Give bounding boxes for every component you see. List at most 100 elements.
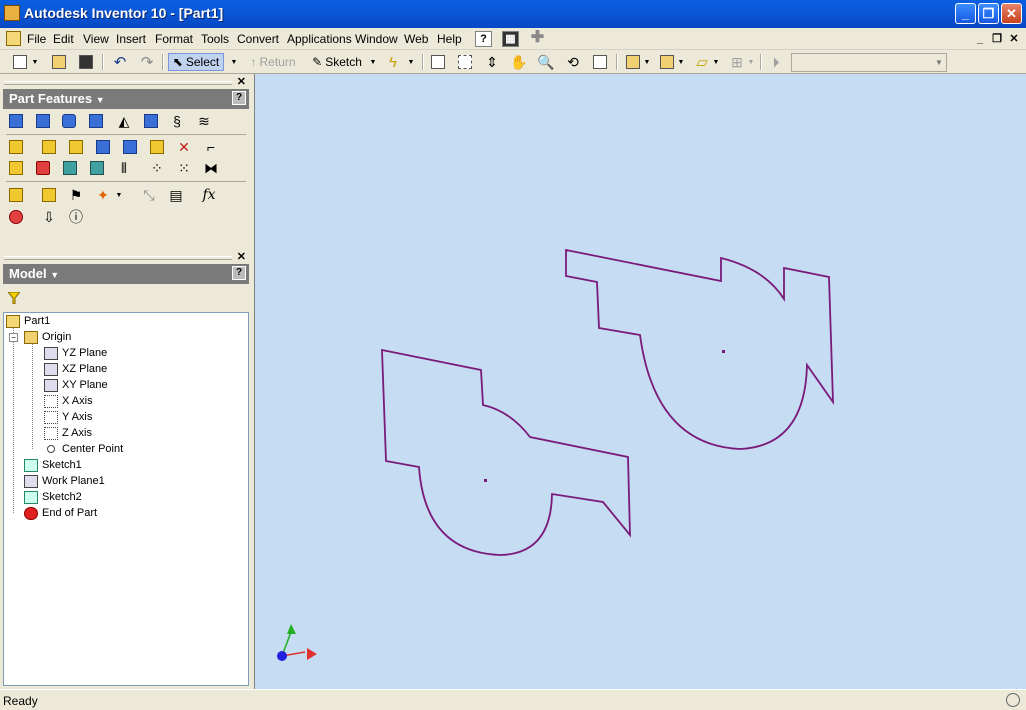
panel-grip-2[interactable]: [4, 256, 232, 260]
select-dropdown-icon[interactable]: ▼: [228, 53, 240, 71]
document-icon[interactable]: [6, 31, 21, 46]
revolve-icon[interactable]: [34, 112, 52, 130]
tree-item-origin[interactable]: Origin: [24, 329, 71, 345]
close-button[interactable]: ✕: [1001, 3, 1022, 24]
fx-parameters-icon[interactable]: fx: [200, 186, 218, 204]
menu-edit[interactable]: Edit: [53, 32, 74, 46]
ifeature-icon[interactable]: [7, 208, 25, 226]
circular-pattern-grid-icon[interactable]: ⁘: [148, 159, 166, 177]
extrude-icon[interactable]: [7, 112, 25, 130]
tree-item-y-axis[interactable]: Y Axis: [44, 409, 92, 425]
work-point-icon[interactable]: ✦: [94, 186, 112, 204]
thread-icon[interactable]: [94, 138, 112, 156]
rectangular-pattern-icon[interactable]: ⦀: [115, 159, 133, 177]
doc-close-button[interactable]: ✕: [1006, 32, 1022, 46]
work-axis-icon[interactable]: ⚑: [67, 186, 85, 204]
doc-minimize-button[interactable]: _: [972, 32, 988, 46]
zoom-icon[interactable]: ⇕: [482, 53, 502, 71]
parameters-doc-icon[interactable]: ▤: [167, 186, 185, 204]
emboss-icon[interactable]: [7, 138, 25, 156]
ground-shadow-icon[interactable]: ▱: [692, 53, 712, 71]
sketch1-center-point[interactable]: [484, 479, 487, 482]
derived-component-icon[interactable]: [7, 186, 25, 204]
sketch2-profile[interactable]: [565, 248, 834, 450]
tree-item-xy-plane[interactable]: XY Plane: [44, 377, 108, 393]
chamfer-icon[interactable]: [67, 138, 85, 156]
menu-file[interactable]: File: [27, 32, 46, 46]
menu-format[interactable]: Format: [155, 32, 193, 46]
bend-part-icon[interactable]: ⌐: [202, 138, 220, 156]
sectional-dropdown-icon[interactable]: ▼: [746, 53, 756, 71]
open-folder-icon[interactable]: [49, 53, 69, 71]
collapse-origin-icon[interactable]: −: [9, 333, 18, 342]
tree-item-part1[interactable]: Part1: [6, 313, 50, 329]
doc-restore-button[interactable]: ❐: [989, 32, 1005, 46]
menu-insert[interactable]: Insert: [116, 32, 146, 46]
zoom-all-icon[interactable]: [428, 53, 448, 71]
menu-convert[interactable]: Convert: [237, 32, 279, 46]
sketch-button[interactable]: ✎ Sketch: [307, 53, 367, 71]
sketch-dropdown-icon[interactable]: ▼: [367, 53, 379, 71]
menu-applications[interactable]: Applications: [287, 32, 352, 46]
panel-grip[interactable]: [4, 81, 232, 85]
tree-item-z-axis[interactable]: Z Axis: [44, 425, 92, 441]
new-file-icon[interactable]: [10, 53, 30, 71]
inventor-app-icon[interactable]: [4, 5, 20, 21]
look-at-icon[interactable]: [590, 53, 610, 71]
zoom-selected-icon[interactable]: 🔍: [536, 53, 556, 71]
camera-dropdown-icon[interactable]: ▼: [676, 53, 686, 71]
copy-object-icon[interactable]: [34, 159, 52, 177]
style-combo[interactable]: ▼: [791, 53, 947, 72]
style-icon[interactable]: ⏵: [766, 53, 786, 71]
shadow-dropdown-icon[interactable]: ▼: [711, 53, 721, 71]
circular-pattern-icon[interactable]: ⁙: [175, 159, 193, 177]
menu-help[interactable]: Help: [437, 32, 462, 46]
tree-item-xz-plane[interactable]: XZ Plane: [44, 361, 107, 377]
tree-item-yz-plane[interactable]: YZ Plane: [44, 345, 107, 361]
tree-item-work-plane1[interactable]: Work Plane1: [24, 473, 105, 489]
tree-item-end-of-part[interactable]: End of Part: [24, 505, 97, 521]
tree-item-sketch1[interactable]: Sketch1: [24, 457, 82, 473]
chevron-down-icon[interactable]: ▼: [932, 54, 946, 71]
update-lightning-icon[interactable]: ϟ: [383, 53, 403, 71]
sketch1-profile[interactable]: [381, 348, 631, 556]
graphics-window[interactable]: [254, 74, 1026, 689]
display-mode-dropdown-icon[interactable]: ▼: [642, 53, 652, 71]
add-icon[interactable]: ✚: [529, 30, 546, 47]
delete-face-icon[interactable]: ✕: [175, 138, 193, 156]
restore-button[interactable]: ❐: [978, 3, 999, 24]
return-button[interactable]: ↑ Return: [246, 53, 300, 71]
update-dropdown-icon[interactable]: ▼: [405, 53, 417, 71]
help-icon[interactable]: ?: [232, 91, 246, 105]
calculator-icon[interactable]: ▦: [502, 31, 519, 47]
camera-icon[interactable]: [657, 53, 677, 71]
info-icon[interactable]: ⓘ: [67, 208, 85, 226]
mirror-icon[interactable]: ⧓: [202, 159, 220, 177]
menu-web[interactable]: Web: [404, 32, 428, 46]
pan-icon[interactable]: ✋: [509, 53, 529, 71]
replace-face-icon[interactable]: [88, 159, 106, 177]
hole-icon[interactable]: [60, 112, 78, 130]
menu-view[interactable]: View: [83, 32, 109, 46]
fillet-icon[interactable]: [40, 138, 58, 156]
sweep-icon[interactable]: §: [168, 112, 186, 130]
work-plane-icon[interactable]: [40, 186, 58, 204]
loft-icon[interactable]: [142, 112, 160, 130]
whats-this-help-icon[interactable]: ?: [475, 31, 492, 47]
zoom-window-icon[interactable]: [455, 53, 475, 71]
filter-icon[interactable]: [8, 292, 20, 304]
help-icon[interactable]: ?: [232, 266, 246, 280]
panel-close-icon-2[interactable]: ✕: [237, 250, 246, 263]
move-face-icon[interactable]: [61, 159, 79, 177]
decal-icon[interactable]: [7, 159, 25, 177]
model-header[interactable]: Model ▼ ?: [3, 264, 249, 284]
part-features-header[interactable]: Part Features ▼ ?: [3, 89, 249, 109]
tree-item-center-point[interactable]: Center Point: [44, 441, 123, 457]
new-dropdown-icon[interactable]: ▼: [30, 53, 40, 71]
rib-icon[interactable]: ◭: [115, 112, 133, 130]
undo-icon[interactable]: ↶: [110, 53, 130, 71]
menu-tools[interactable]: Tools: [201, 32, 229, 46]
sketch2-center-point[interactable]: [722, 350, 725, 353]
panel-close-icon[interactable]: ✕: [237, 75, 246, 88]
split-icon[interactable]: [121, 138, 139, 156]
